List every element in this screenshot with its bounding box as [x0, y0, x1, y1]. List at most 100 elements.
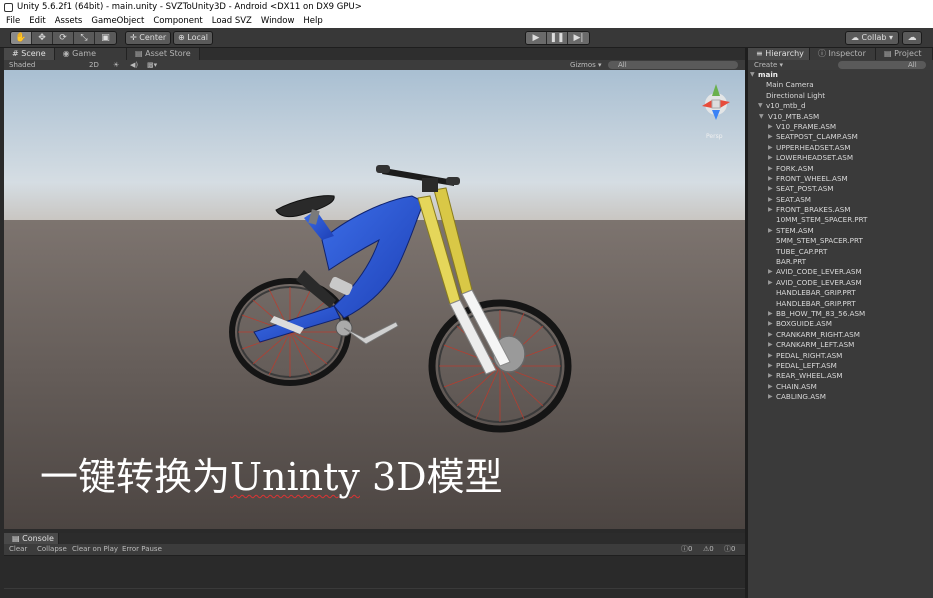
gizmos-dropdown[interactable]: Gizmos ▾	[570, 60, 602, 70]
hierarchy-item[interactable]: ▶ CHAIN.ASM	[748, 382, 933, 392]
console-error-count[interactable]: ⓘ0	[724, 544, 735, 555]
menu-help[interactable]: Help	[303, 14, 322, 28]
expanded-arrow-icon[interactable]: ▼	[759, 112, 764, 122]
pivot-local-button[interactable]: ⊕ Local	[173, 31, 213, 45]
hierarchy-item[interactable]: ▶ FRONT_BRAKES.ASM	[748, 205, 933, 215]
hierarchy-search-input[interactable]: All	[838, 61, 926, 69]
hierarchy-item[interactable]: TUBE_CAP.PRT	[748, 247, 933, 257]
rotate-tool-icon[interactable]: ⟳	[53, 32, 74, 44]
expanded-arrow-icon[interactable]: ▼	[758, 101, 763, 111]
tab-project[interactable]: ▤ Project	[876, 48, 933, 60]
hierarchy-item[interactable]: ▶ LOWERHEADSET.ASM	[748, 153, 933, 163]
collapsed-arrow-icon[interactable]: ▶	[768, 278, 773, 288]
collapsed-arrow-icon[interactable]: ▶	[768, 371, 773, 381]
hierarchy-item[interactable]: ▼ main	[748, 70, 933, 80]
hierarchy-item[interactable]: ▶ SEAT_POST.ASM	[748, 184, 933, 194]
collapsed-arrow-icon[interactable]: ▶	[768, 351, 773, 361]
collapsed-arrow-icon[interactable]: ▶	[768, 330, 773, 340]
collapsed-arrow-icon[interactable]: ▶	[768, 319, 773, 329]
collapsed-arrow-icon[interactable]: ▶	[768, 382, 773, 392]
menu-file[interactable]: File	[6, 14, 20, 28]
tab-inspector[interactable]: ⓘ Inspector	[810, 48, 876, 60]
console-error-pause-button[interactable]: Error Pause	[122, 544, 162, 555]
collapsed-arrow-icon[interactable]: ▶	[768, 132, 773, 142]
collapsed-arrow-icon[interactable]: ▶	[768, 392, 773, 402]
hierarchy-item[interactable]: 10MM_STEM_SPACER.PRT	[748, 215, 933, 225]
move-tool-icon[interactable]: ✥	[32, 32, 53, 44]
collapsed-arrow-icon[interactable]: ▶	[768, 195, 773, 205]
hierarchy-item[interactable]: HANDLEBAR_GRIP.PRT	[748, 299, 933, 309]
tab-scene[interactable]: # Scene	[4, 48, 55, 60]
console-clear-button[interactable]: Clear	[9, 544, 27, 555]
hierarchy-item[interactable]: Directional Light	[748, 91, 933, 101]
hierarchy-item[interactable]: 5MM_STEM_SPACER.PRT	[748, 236, 933, 246]
hierarchy-item[interactable]: ▶ CRANKARM_LEFT.ASM	[748, 340, 933, 350]
hierarchy-item[interactable]: ▼ V10_MTB.ASM	[748, 112, 933, 122]
hierarchy-item[interactable]: ▼ v10_mtb_d	[748, 101, 933, 111]
console-info-count[interactable]: ⓘ0	[681, 544, 692, 555]
hierarchy-item[interactable]: ▶ AVID_CODE_LEVER.ASM	[748, 278, 933, 288]
cloud-icon[interactable]: ☁	[902, 31, 922, 45]
pause-icon[interactable]: ❚❚	[547, 32, 568, 44]
hierarchy-item[interactable]: ▶ UPPERHEADSET.ASM	[748, 143, 933, 153]
collapsed-arrow-icon[interactable]: ▶	[768, 143, 773, 153]
collapsed-arrow-icon[interactable]: ▶	[768, 340, 773, 350]
effects-icon[interactable]: ▩▾	[147, 60, 157, 70]
menu-component[interactable]: Component	[153, 14, 202, 28]
collapsed-arrow-icon[interactable]: ▶	[768, 309, 773, 319]
menu-load-svz[interactable]: Load SVZ	[212, 14, 252, 28]
collapsed-arrow-icon[interactable]: ▶	[768, 164, 773, 174]
hierarchy-item[interactable]: ▶ PEDAL_LEFT.ASM	[748, 361, 933, 371]
hierarchy-item[interactable]: ▶ FORK.ASM	[748, 164, 933, 174]
collapsed-arrow-icon[interactable]: ▶	[768, 267, 773, 277]
hierarchy-item[interactable]: Main Camera	[748, 80, 933, 90]
collab-button[interactable]: ☁ Collab ▾	[845, 31, 900, 45]
hierarchy-item[interactable]: ▶ SEAT.ASM	[748, 195, 933, 205]
hierarchy-item[interactable]: ▶ SEATPOST_CLAMP.ASM	[748, 132, 933, 142]
scale-tool-icon[interactable]: ⤡	[74, 32, 95, 44]
hierarchy-item[interactable]: HANDLEBAR_GRIP.PRT	[748, 288, 933, 298]
tab-asset-store[interactable]: ▤ Asset Store	[127, 48, 200, 60]
collapsed-arrow-icon[interactable]: ▶	[768, 174, 773, 184]
mode-2d-toggle[interactable]: 2D	[89, 60, 99, 70]
collapsed-arrow-icon[interactable]: ▶	[768, 205, 773, 215]
hierarchy-item[interactable]: ▶ BB_HOW_TM_83_56.ASM	[748, 309, 933, 319]
collapsed-arrow-icon[interactable]: ▶	[768, 122, 773, 132]
tab-hierarchy[interactable]: ≡ Hierarchy	[748, 48, 810, 60]
hierarchy-item[interactable]: ▶ CABLING.ASM	[748, 392, 933, 402]
menu-window[interactable]: Window	[261, 14, 295, 28]
hierarchy-item[interactable]: ▶ STEM.ASM	[748, 226, 933, 236]
step-icon[interactable]: ▶|	[568, 32, 589, 44]
console-collapse-button[interactable]: Collapse	[37, 544, 67, 555]
scene-search-input[interactable]: All	[608, 61, 738, 69]
pivot-center-button[interactable]: ✛ Center	[125, 31, 172, 45]
expanded-arrow-icon[interactable]: ▼	[750, 70, 755, 80]
collapsed-arrow-icon[interactable]: ▶	[768, 361, 773, 371]
hierarchy-create-dropdown[interactable]: Create ▾	[754, 60, 783, 70]
hierarchy-item[interactable]: ▶ CRANKARM_RIGHT.ASM	[748, 330, 933, 340]
rect-tool-icon[interactable]: ▣	[95, 32, 116, 44]
hierarchy-item[interactable]: ▶ V10_FRAME.ASM	[748, 122, 933, 132]
shading-mode-dropdown[interactable]: Shaded	[9, 60, 35, 70]
console-clear-on-play-button[interactable]: Clear on Play	[72, 544, 118, 555]
play-icon[interactable]: ▶	[526, 32, 547, 44]
hierarchy-item[interactable]: ▶ FRONT_WHEEL.ASM	[748, 174, 933, 184]
tab-game[interactable]: ◉ Game	[54, 48, 127, 60]
menu-edit[interactable]: Edit	[29, 14, 45, 28]
collapsed-arrow-icon[interactable]: ▶	[768, 184, 773, 194]
collapsed-arrow-icon[interactable]: ▶	[768, 153, 773, 163]
menu-assets[interactable]: Assets	[55, 14, 83, 28]
hierarchy-item[interactable]: ▶ PEDAL_RIGHT.ASM	[748, 351, 933, 361]
audio-icon[interactable]: ◀)	[130, 60, 138, 70]
error-count: 0	[731, 545, 736, 553]
hand-tool-icon[interactable]: ✋	[11, 32, 32, 44]
hierarchy-item[interactable]: ▶ BOXGUIDE.ASM	[748, 319, 933, 329]
menu-gameobject[interactable]: GameObject	[91, 14, 144, 28]
hierarchy-item[interactable]: ▶ AVID_CODE_LEVER.ASM	[748, 267, 933, 277]
hierarchy-item[interactable]: ▶ REAR_WHEEL.ASM	[748, 371, 933, 381]
hierarchy-item[interactable]: BAR.PRT	[748, 257, 933, 267]
console-log-area[interactable]	[4, 555, 745, 598]
collapsed-arrow-icon[interactable]: ▶	[768, 226, 773, 236]
console-warn-count[interactable]: ⚠0	[703, 544, 714, 555]
lighting-icon[interactable]: ☀	[113, 60, 119, 70]
